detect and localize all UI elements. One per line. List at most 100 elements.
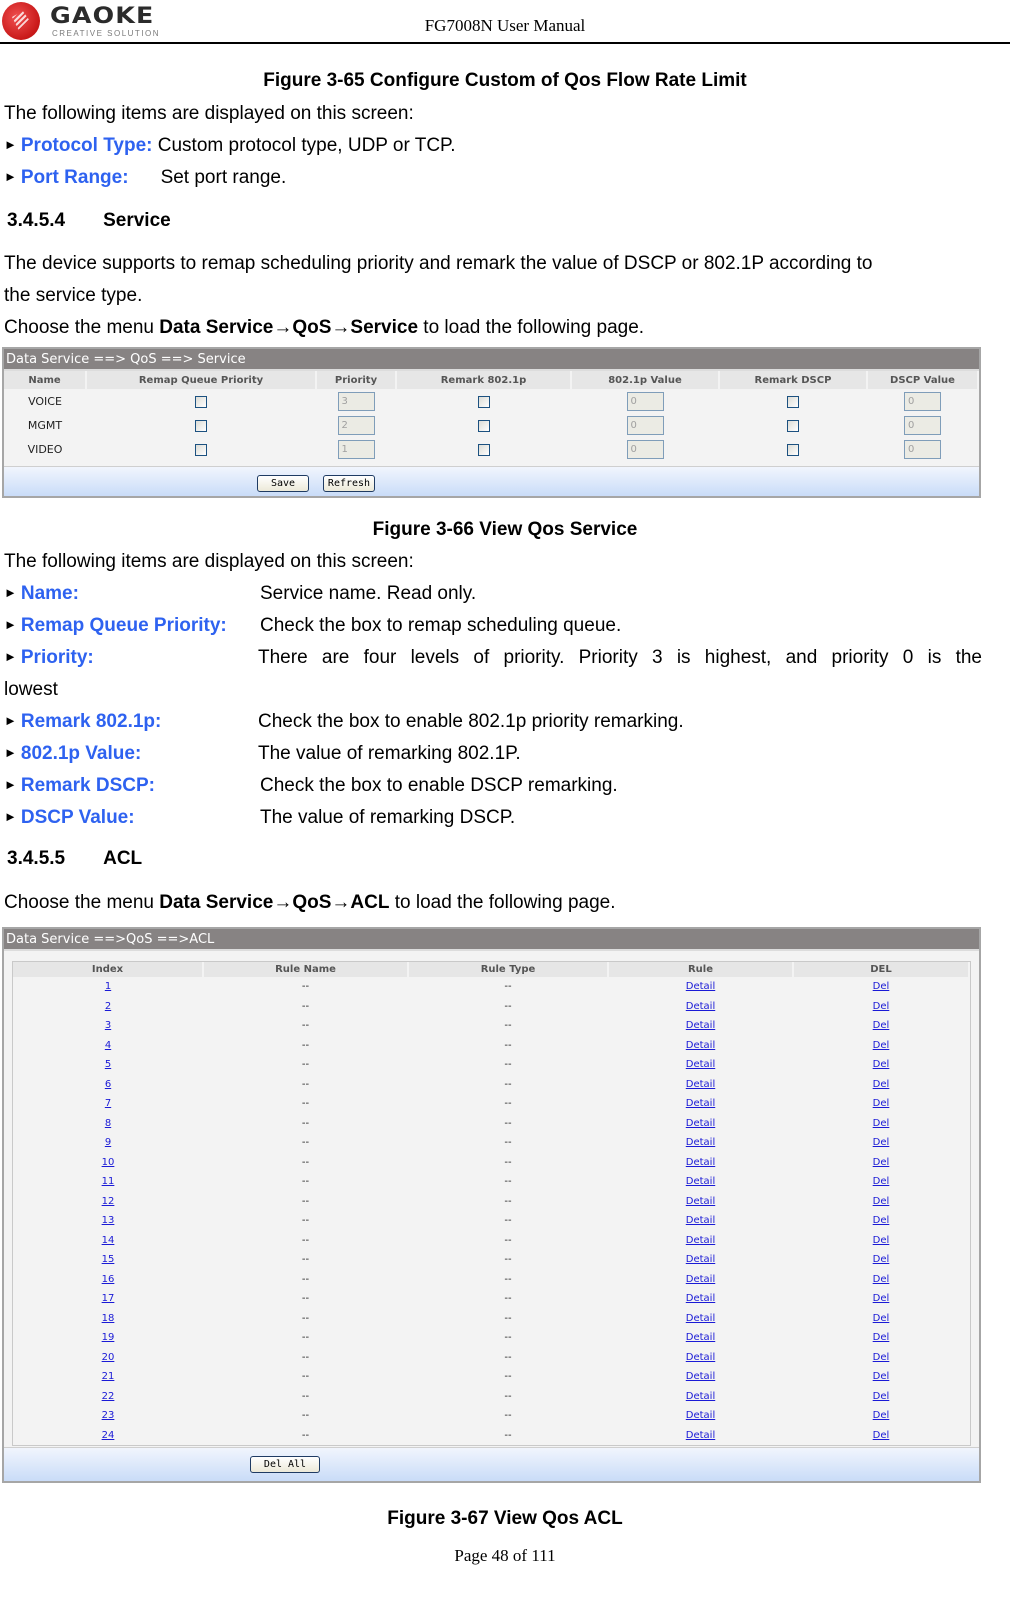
acl-index-link[interactable]: 16 xyxy=(102,1274,115,1285)
dscp-value-input[interactable]: 0 xyxy=(904,439,941,459)
remark-8021p-checkbox[interactable] xyxy=(477,395,490,408)
acl-del-link[interactable]: Del xyxy=(873,1371,890,1382)
remark-8021p-checkbox[interactable] xyxy=(477,443,490,456)
acl-detail-link[interactable]: Detail xyxy=(686,1274,715,1285)
remark-8021p-checkbox[interactable] xyxy=(477,419,490,432)
acl-index-link[interactable]: 1 xyxy=(105,981,111,992)
acl-index-link[interactable]: 3 xyxy=(105,1020,111,1031)
acl-index-link[interactable]: 18 xyxy=(102,1313,115,1324)
acl-del-link[interactable]: Del xyxy=(873,1235,890,1246)
8021p-value-input[interactable]: 0 xyxy=(626,415,664,435)
acl-del-link[interactable]: Del xyxy=(873,1254,890,1265)
figure-3-67-caption: Figure 3-67 View Qos ACL xyxy=(387,1508,623,1529)
acl-del-link[interactable]: Del xyxy=(873,1040,890,1051)
acl-del-link[interactable]: Del xyxy=(873,1079,890,1090)
acl-detail-link[interactable]: Detail xyxy=(686,1196,715,1207)
acl-del-link[interactable]: Del xyxy=(873,1137,890,1148)
acl-del-link[interactable]: Del xyxy=(873,1293,890,1304)
acl-index-link[interactable]: 2 xyxy=(105,1001,111,1012)
acl-del-link[interactable]: Del xyxy=(873,1001,890,1012)
acl-index-link[interactable]: 12 xyxy=(102,1196,115,1207)
remark-dscp-checkbox[interactable] xyxy=(787,419,799,432)
acl-index-link[interactable]: 15 xyxy=(102,1254,115,1265)
acl-detail-link[interactable]: Detail xyxy=(686,1157,715,1168)
acl-index-link[interactable]: 4 xyxy=(105,1040,111,1051)
acl-detail-link[interactable]: Detail xyxy=(686,1410,715,1421)
acl-del-link[interactable]: Del xyxy=(873,1391,890,1402)
acl-detail-link[interactable]: Detail xyxy=(686,1352,715,1363)
acl-detail-link[interactable]: Detail xyxy=(686,1293,715,1304)
acl-del-link[interactable]: Del xyxy=(873,981,890,992)
priority-input[interactable]: 1 xyxy=(337,439,375,459)
acl-detail-link[interactable]: Detail xyxy=(686,1176,715,1187)
8021p-value-input[interactable]: 0 xyxy=(626,439,664,459)
acl-del-link[interactable]: Del xyxy=(873,1118,890,1129)
acl-del-link[interactable]: Del xyxy=(873,1274,890,1285)
acl-detail-link[interactable]: Detail xyxy=(686,1040,715,1051)
priority-input[interactable]: 3 xyxy=(337,391,375,411)
acl-index-link[interactable]: 13 xyxy=(102,1215,115,1226)
acl-detail-link[interactable]: Detail xyxy=(686,1079,715,1090)
save-button[interactable]: Save xyxy=(257,475,309,492)
acl-index-link[interactable]: 11 xyxy=(102,1176,115,1187)
item-description-text: The value of remarking DSCP. xyxy=(260,807,516,828)
acl-index-link[interactable]: 8 xyxy=(105,1118,111,1129)
acl-detail-link[interactable]: Detail xyxy=(686,1215,715,1226)
remark-dscp-checkbox[interactable] xyxy=(787,395,799,408)
acl-detail-link[interactable]: Detail xyxy=(686,1332,715,1343)
remark-dscp-checkbox[interactable] xyxy=(787,443,799,456)
acl-detail-link[interactable]: Detail xyxy=(686,1001,715,1012)
dscp-value-input[interactable]: 0 xyxy=(904,391,941,411)
acl-index-link[interactable]: 21 xyxy=(102,1371,115,1382)
priority-input[interactable]: 2 xyxy=(337,415,375,435)
acl-detail-link[interactable]: Detail xyxy=(686,1098,715,1109)
remap-queue-priority-checkbox[interactable] xyxy=(195,395,207,408)
acl-del-link[interactable]: Del xyxy=(873,1313,890,1324)
acl-detail-link[interactable]: Detail xyxy=(686,1430,715,1441)
acl-index-link[interactable]: 17 xyxy=(102,1293,115,1304)
bullet-icon: ► xyxy=(4,585,17,600)
acl-detail-link[interactable]: Detail xyxy=(686,1118,715,1129)
page-number: Page 48 of 111 xyxy=(454,1546,556,1565)
acl-detail-link[interactable]: Detail xyxy=(686,1235,715,1246)
acl-index-link[interactable]: 6 xyxy=(105,1079,111,1090)
acl-detail-link[interactable]: Detail xyxy=(686,1313,715,1324)
acl-detail-link[interactable]: Detail xyxy=(686,1059,715,1070)
acl-detail-link[interactable]: Detail xyxy=(686,1137,715,1148)
acl-del-link[interactable]: Del xyxy=(873,1098,890,1109)
acl-rule-name: -- xyxy=(301,1215,310,1227)
remap-queue-priority-checkbox[interactable] xyxy=(195,443,207,456)
acl-del-link[interactable]: Del xyxy=(873,1410,890,1421)
acl-detail-link[interactable]: Detail xyxy=(686,1020,715,1031)
remap-queue-priority-checkbox[interactable] xyxy=(195,419,207,432)
acl-detail-link[interactable]: Detail xyxy=(686,1254,715,1265)
acl-del-link[interactable]: Del xyxy=(873,1430,890,1441)
acl-index-link[interactable]: 5 xyxy=(105,1059,111,1070)
acl-del-link[interactable]: Del xyxy=(873,1352,890,1363)
acl-detail-link[interactable]: Detail xyxy=(686,981,715,992)
acl-del-link[interactable]: Del xyxy=(873,1215,890,1226)
acl-row: 4 -- -- Detail Del xyxy=(13,1036,969,1056)
acl-detail-link[interactable]: Detail xyxy=(686,1391,715,1402)
acl-detail-link[interactable]: Detail xyxy=(686,1371,715,1382)
acl-del-link[interactable]: Del xyxy=(873,1059,890,1070)
acl-index-link[interactable]: 14 xyxy=(102,1235,115,1246)
acl-index-link[interactable]: 19 xyxy=(102,1332,115,1343)
acl-index-link[interactable]: 23 xyxy=(102,1410,115,1421)
acl-index-link[interactable]: 9 xyxy=(105,1137,111,1148)
acl-del-link[interactable]: Del xyxy=(873,1157,890,1168)
acl-index-link[interactable]: 10 xyxy=(102,1157,115,1168)
refresh-button[interactable]: Refresh xyxy=(323,475,375,492)
acl-index-link[interactable]: 7 xyxy=(105,1098,111,1109)
del-all-button[interactable]: Del All xyxy=(250,1456,320,1473)
acl-index-link[interactable]: 20 xyxy=(102,1352,115,1363)
dscp-value-input[interactable]: 0 xyxy=(904,415,941,435)
acl-del-link[interactable]: Del xyxy=(873,1196,890,1207)
acl-del-link[interactable]: Del xyxy=(873,1020,890,1031)
acl-index-link[interactable]: 24 xyxy=(102,1430,115,1441)
8021p-value-input[interactable]: 0 xyxy=(626,391,664,411)
acl-del-link[interactable]: Del xyxy=(873,1176,890,1187)
acl-index-link[interactable]: 22 xyxy=(102,1391,115,1402)
acl-row: 3 -- -- Detail Del xyxy=(13,1016,969,1036)
acl-del-link[interactable]: Del xyxy=(873,1332,890,1343)
